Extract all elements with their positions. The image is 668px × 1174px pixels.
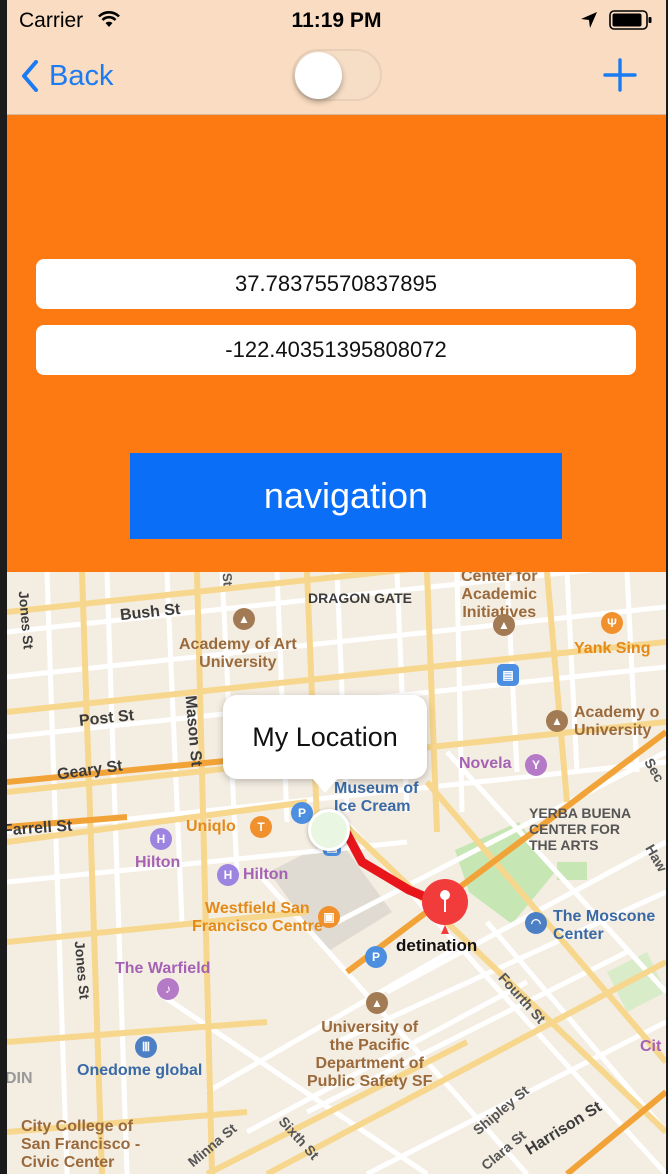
school-icon: ▲ — [493, 614, 515, 636]
phone-screen: Carrier 11:19 PM Back 37.78375570837895 … — [7, 0, 666, 1174]
map-label: DRAGON GATE — [308, 590, 412, 606]
convention-icon: ◠ — [525, 912, 547, 934]
my-location-callout[interactable]: My Location — [223, 695, 427, 793]
parking-icon: P — [365, 946, 387, 968]
navigation-bar: Back — [7, 40, 666, 115]
map-label: Academy o University — [574, 704, 660, 739]
map-label: The Warfield — [115, 960, 211, 977]
hotel-icon: H — [150, 828, 172, 850]
school-icon: ▲ — [233, 608, 255, 630]
location-arrow-icon — [581, 12, 597, 28]
destination-label: detination — [396, 936, 478, 955]
map-label: Westfield San Francisco Centre — [192, 900, 323, 935]
add-icon[interactable] — [603, 58, 637, 92]
shopping-icon: ▣ — [318, 906, 340, 928]
battery-icon — [609, 10, 652, 30]
map-label: DIN — [7, 1070, 33, 1087]
coordinate-panel: navigation — [7, 115, 666, 572]
latitude-field[interactable] — [36, 259, 636, 309]
destination-pin-icon[interactable] — [421, 878, 469, 936]
map-label: Novela — [459, 755, 512, 772]
user-location-dot[interactable] — [308, 809, 350, 851]
map-view[interactable]: Bush St DRAGON GATE Center for Academic In… — [7, 572, 666, 1174]
music-icon: ♪ — [157, 978, 179, 1000]
restaurant-icon: Ψ — [601, 612, 623, 634]
map-label: Yank Sing — [574, 640, 651, 657]
back-label: Back — [49, 59, 114, 92]
status-bar: Carrier 11:19 PM — [7, 0, 666, 40]
clock: 11:19 PM — [291, 9, 382, 32]
back-button[interactable]: Back — [21, 54, 113, 98]
school-icon: ▲ — [546, 710, 568, 732]
map-label: Museum of Ice Cream — [334, 780, 419, 815]
museum-icon: Ⅲ — [135, 1036, 157, 1058]
map-label: YERBA BUENA CENTER FOR THE ARTS — [529, 805, 632, 853]
bar-icon: Y — [525, 754, 547, 776]
map-label: University of the Pacific Department of Pub… — [307, 1019, 433, 1090]
shopping-icon: T — [250, 816, 272, 838]
map-label: Academy of Art University — [179, 636, 297, 671]
map-label: City College of San Francisco - Civic Cent… — [21, 1118, 141, 1171]
longitude-field[interactable] — [36, 325, 636, 375]
navigation-button[interactable]: navigation — [130, 453, 562, 539]
map-label: Onedome global — [77, 1062, 203, 1079]
map-label: Uniqlo — [186, 818, 236, 835]
chevron-left-icon — [22, 60, 38, 92]
mode-toggle-switch[interactable] — [292, 49, 382, 101]
map-label: Hilton — [135, 854, 181, 871]
school-icon: ▲ — [366, 992, 388, 1014]
map-label: Hilton — [243, 866, 289, 883]
toggle-knob — [295, 52, 342, 99]
map-label: St — [219, 572, 236, 587]
map-label: The Moscone Center — [553, 908, 656, 943]
hotel-icon: H — [217, 864, 239, 886]
map-label: Cit — [640, 1038, 662, 1055]
transit-icon: ▤ — [497, 664, 519, 686]
